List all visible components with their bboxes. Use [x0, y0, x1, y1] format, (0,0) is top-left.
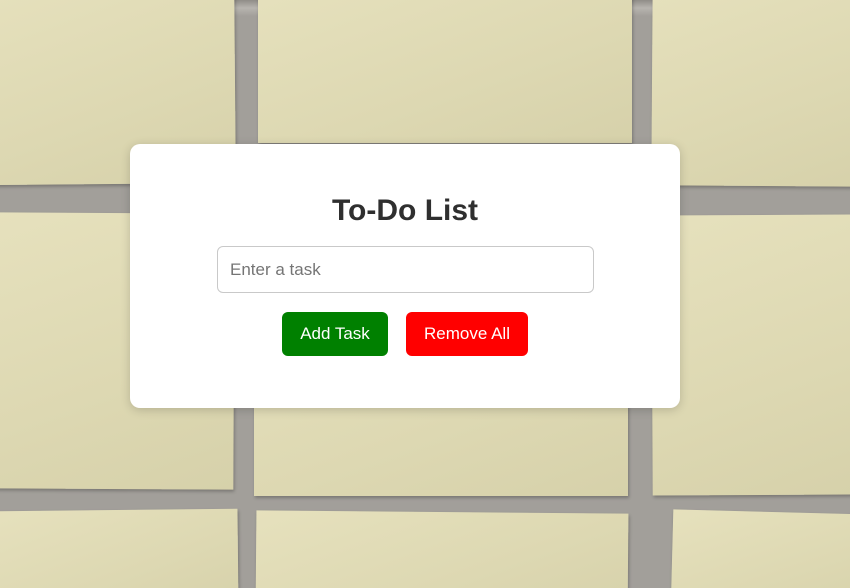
background-sticky-note — [258, 0, 632, 143]
background-sticky-note — [255, 510, 629, 588]
background-sticky-note — [651, 214, 850, 496]
page-title: To-Do List — [331, 194, 479, 227]
add-task-button[interactable]: Add Task — [282, 312, 388, 356]
remove-all-button[interactable]: Remove All — [406, 312, 528, 356]
background-sticky-note — [0, 508, 239, 588]
task-input[interactable] — [217, 246, 594, 293]
background-sticky-note — [651, 0, 850, 187]
background-sticky-note — [670, 509, 850, 588]
todo-card: To-Do List Add Task Remove All — [130, 144, 680, 408]
